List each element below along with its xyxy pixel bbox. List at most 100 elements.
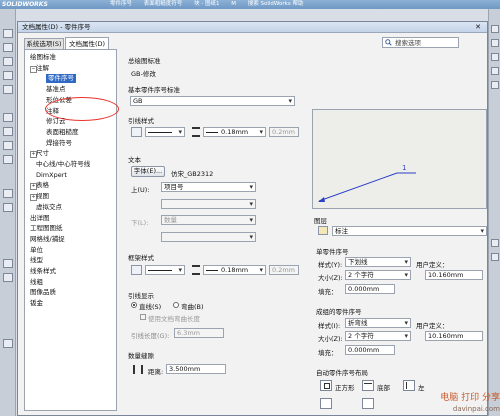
tree-item[interactable]: 钣金: [30, 299, 43, 308]
layout-bottom-icon[interactable]: [362, 398, 374, 409]
tree-item[interactable]: 网格线/捕捉: [30, 235, 65, 244]
tool-icon[interactable]: [491, 253, 499, 261]
tree-item[interactable]: 焊接符号: [46, 139, 72, 148]
lower-text-select[interactable]: 数量: [161, 215, 256, 225]
app-brand: SOLIDWORKS: [2, 1, 48, 8]
tab-system-options[interactable]: 系统选项(S): [24, 38, 64, 49]
frame-style-icon[interactable]: [131, 265, 142, 275]
stacked-size-label: 大小(Z):: [318, 335, 343, 343]
size-select[interactable]: 2 个字符: [345, 270, 411, 280]
frame-thickness-select[interactable]: 0.18mm: [203, 265, 266, 275]
tree-item[interactable]: 基准点: [46, 85, 66, 94]
padding-field[interactable]: 0.000mm: [345, 284, 395, 294]
spacing-icon: [133, 365, 143, 374]
toolbar-item[interactable]: 表面粗糙度符号: [144, 0, 183, 9]
stacked-user-defined-field[interactable]: 10.160mm: [425, 331, 483, 341]
options-search-input[interactable]: 搜索选项: [382, 37, 459, 48]
tool-icon[interactable]: [3, 259, 13, 268]
leader-thickness-value: 0.18mm: [221, 128, 249, 136]
dialog-title: 文档属性(D) - 零件序号: [22, 23, 91, 31]
tool-icon[interactable]: [3, 127, 13, 136]
use-doc-bend-checkbox[interactable]: [140, 314, 146, 320]
tool-icon[interactable]: [491, 25, 499, 33]
style-select[interactable]: 下划线: [345, 257, 411, 267]
leader-line-style-select[interactable]: [145, 127, 185, 137]
upper-text-custom[interactable]: [161, 199, 256, 209]
tool-icon[interactable]: [491, 239, 499, 247]
tool-icon[interactable]: [3, 203, 13, 212]
toolbar-item[interactable]: 零件序号: [110, 0, 132, 9]
line-weight-icon: [192, 127, 200, 137]
layout-square-icon[interactable]: [320, 380, 332, 391]
help-search[interactable]: 搜索 SolidWorks 帮助: [248, 0, 304, 9]
tree-item[interactable]: 线条样式: [30, 267, 56, 276]
layout-left-icon[interactable]: [403, 380, 415, 391]
tree-item[interactable]: 视图: [36, 192, 49, 201]
leader-length-field[interactable]: 6.3mm: [174, 328, 224, 338]
leader-custom-thickness[interactable]: 0.2mm: [269, 127, 299, 137]
layer-label: 图层: [314, 217, 327, 225]
style-label: 样式(Y):: [318, 261, 343, 269]
tool-icon[interactable]: [3, 189, 13, 198]
layout-right-icon[interactable]: [320, 398, 332, 409]
leader-style-icon[interactable]: [131, 127, 142, 137]
close-icon[interactable]: ✕: [473, 23, 483, 32]
leader-thickness-select[interactable]: 0.18mm: [203, 127, 266, 137]
straight-radio[interactable]: [131, 302, 137, 308]
upper-text-select[interactable]: 项目号: [161, 182, 256, 192]
tree-item[interactable]: 绘图标准: [30, 53, 56, 62]
tree-item[interactable]: 尺寸: [36, 149, 49, 158]
straight-label: 直线(S): [139, 303, 162, 311]
tree-item[interactable]: DimXpert: [36, 171, 67, 180]
stacked-style-select[interactable]: 折弯线: [345, 318, 411, 328]
tab-document-properties[interactable]: 文档属性(D): [65, 37, 109, 49]
tool-icon[interactable]: [3, 141, 13, 150]
tool-icon[interactable]: [491, 81, 499, 89]
tool-icon[interactable]: [3, 43, 13, 52]
tree-item[interactable]: 线粗: [30, 278, 43, 287]
dialog-titlebar[interactable]: 文档属性(D) - 零件序号 ✕: [18, 22, 487, 33]
tool-icon[interactable]: [3, 29, 13, 38]
tree-item[interactable]: 注解: [36, 64, 49, 73]
frame-line-style-select[interactable]: [145, 265, 185, 275]
annotation-circle: [45, 97, 119, 121]
tree-item[interactable]: 图像品质: [30, 288, 56, 297]
stacked-size-select[interactable]: 2 个字符: [345, 331, 411, 341]
tool-icon[interactable]: [3, 273, 13, 282]
watermark: 电脑 打印 分享 davinpai.com: [405, 393, 500, 416]
tool-icon[interactable]: [491, 53, 499, 61]
tree-item[interactable]: 中心线/中心符号线: [36, 160, 90, 169]
use-doc-bend-label: 使用文档弯曲长度: [148, 315, 200, 323]
tree-item[interactable]: 线型: [30, 256, 43, 265]
stacked-padding-field[interactable]: 0.000mm: [345, 345, 395, 355]
preview-balloon-number: 1: [402, 164, 407, 172]
toolbar-item[interactable]: M: [231, 0, 236, 9]
auto-layout-label: 自动零件序号布局: [316, 369, 368, 377]
tree-item[interactable]: 单位: [30, 246, 43, 255]
tool-icon[interactable]: [3, 85, 13, 94]
distance-field[interactable]: 3.500mm: [166, 364, 226, 374]
lower-text-custom[interactable]: [161, 232, 256, 242]
tree-item[interactable]: 虚拟交点: [36, 203, 62, 212]
tool-icon[interactable]: [491, 67, 499, 75]
tree-item[interactable]: 零件序号: [46, 74, 76, 84]
tool-icon[interactable]: [491, 39, 499, 47]
layout-square-label: 正方形: [335, 384, 355, 392]
tool-icon[interactable]: [3, 71, 13, 80]
font-button[interactable]: 字体(E)...: [131, 166, 165, 177]
tool-icon[interactable]: [3, 113, 13, 122]
bent-radio[interactable]: [173, 302, 179, 308]
tree-item[interactable]: 工程图图纸: [30, 224, 63, 233]
tool-icon[interactable]: [3, 155, 13, 164]
frame-custom-thickness[interactable]: 0.2mm: [269, 265, 299, 275]
tool-icon[interactable]: [3, 57, 13, 66]
tool-icon[interactable]: [3, 339, 13, 348]
tree-item[interactable]: 表面粗糙度: [46, 128, 79, 137]
left-toolbar: [0, 9, 16, 416]
tree-item[interactable]: 出详图: [30, 214, 50, 223]
user-defined-field[interactable]: 10.160mm: [425, 270, 483, 280]
layer-select[interactable]: 标注: [332, 226, 487, 236]
base-standard-select[interactable]: GB: [130, 96, 295, 106]
layout-top-icon[interactable]: [362, 380, 374, 391]
tree-item[interactable]: 表格: [36, 181, 49, 190]
